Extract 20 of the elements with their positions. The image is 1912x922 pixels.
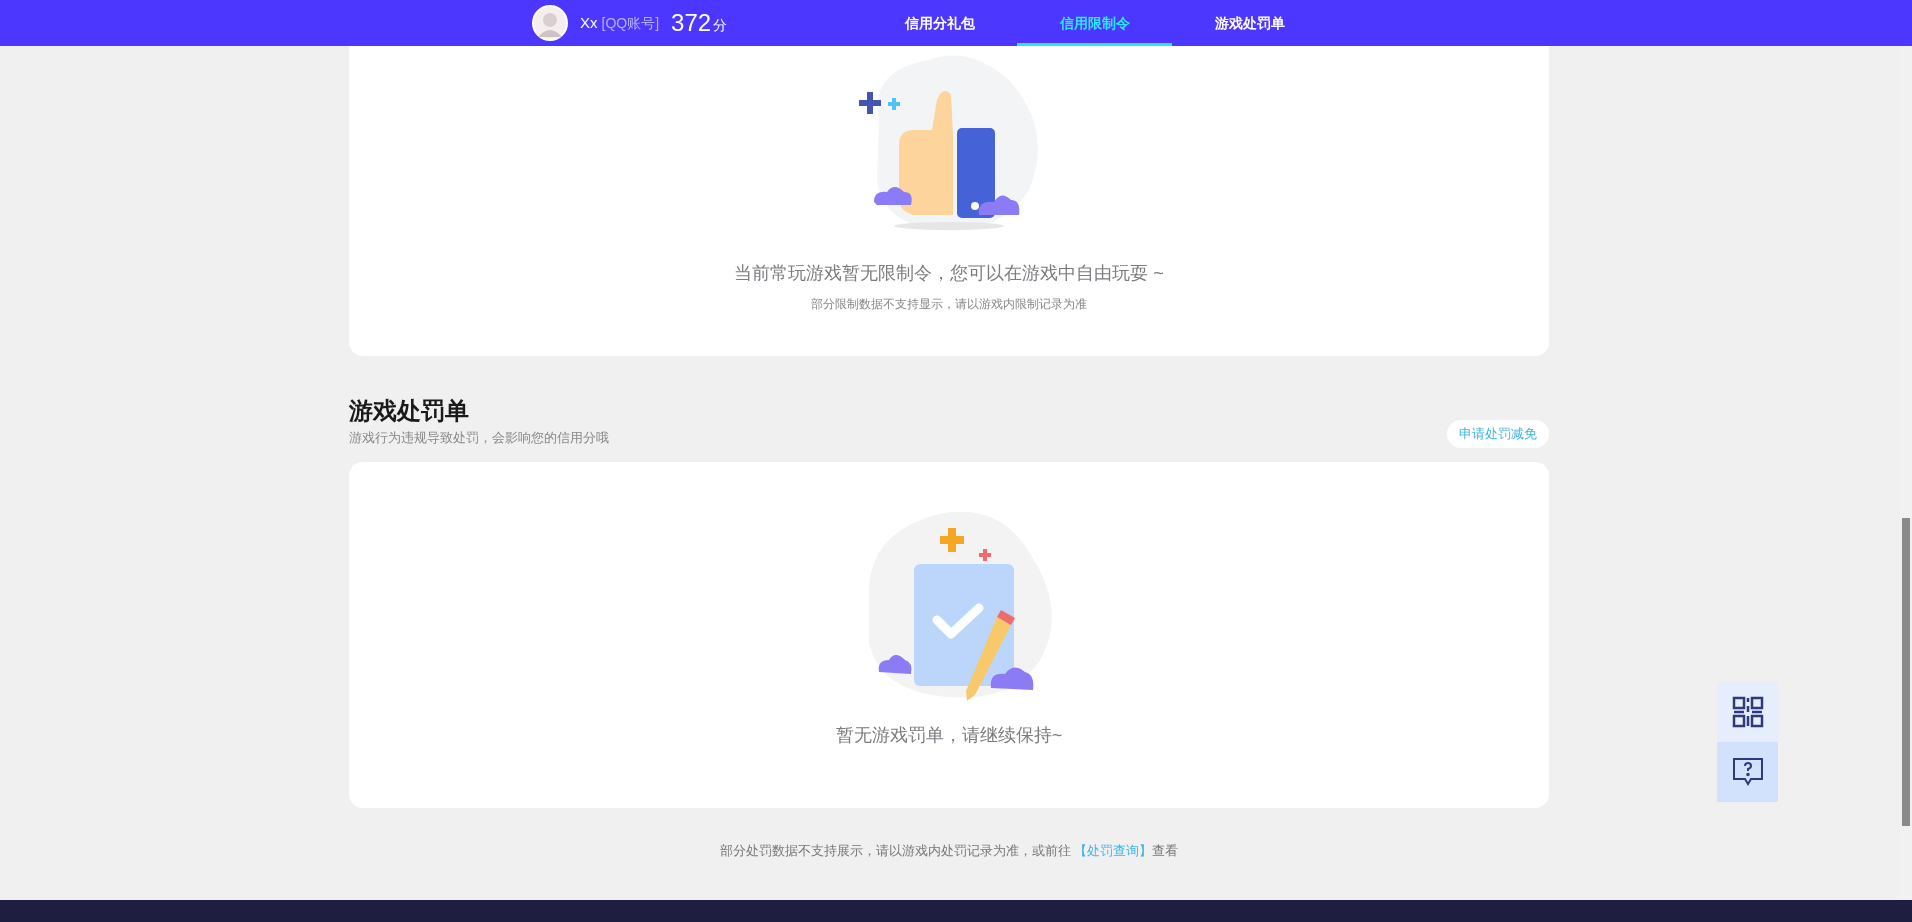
scrollbar-thumb[interactable] [1902, 518, 1910, 826]
section-title: 游戏处罚单 [349, 396, 470, 426]
appeal-button[interactable]: 申请处罚减免 [1447, 419, 1549, 448]
footer-note: 部分处罚数据不支持展示，请以游戏内处罚记录为准，或前往 【处罚查询】查看 [718, 841, 1180, 860]
help-button[interactable] [1717, 742, 1778, 802]
section-subtitle: 游戏行为违规导致处罚，会影响您的信用分哦 [349, 429, 609, 447]
empty-state-message: 暂无游戏罚单，请继续保持~ [835, 723, 1063, 747]
score-unit: 分 [713, 15, 728, 35]
empty-state-message: 当前常玩游戏暂无限制令，您可以在游戏中自由玩耍 ~ [734, 262, 1164, 285]
qr-code-button[interactable] [1717, 682, 1778, 742]
nav-tab[interactable]: 信用分礼包 [862, 0, 1018, 46]
account-label: [QQ账号] [601, 13, 660, 33]
help-chat-icon [1731, 756, 1764, 788]
credit-score: 372 [671, 11, 712, 35]
username: Xx [580, 12, 598, 33]
qr-code-icon [1731, 696, 1764, 728]
restriction-note: 部分限制数据不支持显示，请以游戏内限制记录为准 [811, 296, 1087, 313]
avatar-icon[interactable] [532, 5, 568, 41]
penalty-lookup-link[interactable]: 【处罚查询】 [1074, 842, 1153, 858]
nav-tab[interactable]: 游戏处罚单 [1172, 0, 1328, 46]
